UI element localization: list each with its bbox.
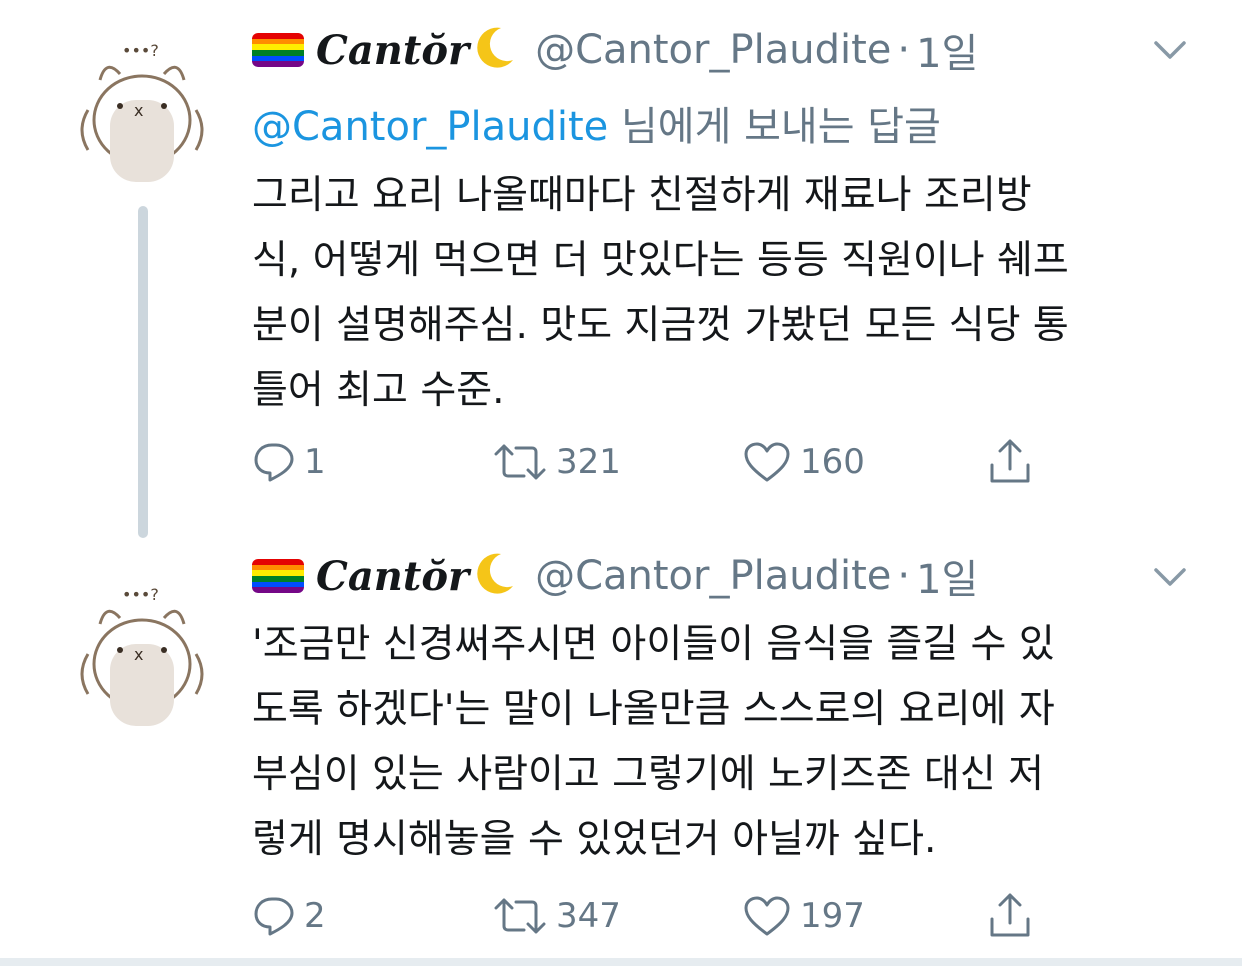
tweet-text-line: 렇게 명시해놓을 수 있었던거 아닐까 싶다. <box>252 817 937 862</box>
display-name[interactable]: Cantŏr <box>316 553 469 600</box>
tweet-text: 그리고 요리 나올때마다 친절하게 재료나 조리방 식, 어떻게 먹으면 더 맛… <box>252 163 1202 423</box>
tweet-actions: 2 347 197 <box>252 886 1072 946</box>
share-button[interactable] <box>986 886 1034 946</box>
rainbow-flag-icon <box>252 559 304 593</box>
retweet-button[interactable]: 321 <box>492 432 621 492</box>
reply-button[interactable]: 1 <box>252 432 326 492</box>
tweet-text-line: 부심이 있는 사람이고 그렇기에 노키즈존 대신 저 <box>252 752 1044 797</box>
cat-avatar-icon: •••? x <box>80 41 204 182</box>
tweet-text: '조금만 신경써주시면 아이들이 음식을 즐길 수 있 도록 하겠다'는 말이 … <box>252 612 1202 872</box>
reply-to-suffix: 님에게 보내는 답글 <box>608 104 941 150</box>
retweet-icon <box>494 444 546 480</box>
svg-text:•••?: •••? <box>122 41 159 60</box>
reply-count: 2 <box>304 896 326 936</box>
reply-icon <box>254 897 294 936</box>
tweet[interactable]: •••? x Cantŏr @Cantor_Plaudite · 1일 '조금만… <box>0 540 1242 960</box>
tweet[interactable]: •••? x Cantŏr @Cantor_Plaudite · 1일 @Can… <box>0 0 1242 538</box>
tweet-actions: 1 321 160 <box>252 432 1072 492</box>
user-handle[interactable]: @Cantor_Plaudite <box>535 553 891 599</box>
share-button[interactable] <box>986 432 1034 492</box>
separator-dot: · <box>897 27 911 73</box>
timestamp[interactable]: 1일 <box>916 21 978 79</box>
like-count: 160 <box>800 442 865 482</box>
reply-button[interactable]: 2 <box>252 886 326 946</box>
retweet-icon <box>494 898 546 934</box>
cat-avatar-icon: •••? x <box>80 585 204 726</box>
like-button[interactable]: 197 <box>742 886 865 946</box>
tweet-text-line: 틀어 최고 수준. <box>252 368 505 413</box>
bottom-divider <box>0 958 1242 966</box>
separator-dot: · <box>897 553 911 599</box>
svg-text:x: x <box>134 645 143 664</box>
heart-icon <box>744 896 790 936</box>
crescent-moon-icon <box>475 26 515 74</box>
tweet-text-line: '조금만 신경써주시면 아이들이 음식을 즐길 수 있 <box>252 622 1055 667</box>
timestamp[interactable]: 1일 <box>916 547 978 605</box>
svg-text:•••?: •••? <box>122 585 159 604</box>
reply-mention-link[interactable]: @Cantor_Plaudite <box>252 104 608 150</box>
share-icon <box>990 893 1030 937</box>
retweet-count: 321 <box>556 442 621 482</box>
tweet-header: Cantŏr @Cantor_Plaudite · 1일 <box>252 546 978 606</box>
replying-to: @Cantor_Plaudite 님에게 보내는 답글 <box>252 94 941 152</box>
retweet-button[interactable]: 347 <box>492 886 621 946</box>
reply-icon <box>254 443 294 482</box>
svg-text:x: x <box>134 101 143 120</box>
rainbow-flag-icon <box>252 33 304 67</box>
tweet-text-line: 그리고 요리 나올때마다 친절하게 재료나 조리방 <box>252 173 1032 218</box>
tweet-text-line: 분이 설명해주심. 맛도 지금껏 가봤던 모든 식당 통 <box>252 303 1069 348</box>
chevron-down-icon[interactable] <box>1150 35 1190 65</box>
heart-icon <box>744 442 790 482</box>
thread-connector-line <box>138 206 148 538</box>
tweet-text-line: 도록 하겠다'는 말이 나올만큼 스스로의 요리에 자 <box>252 687 1055 732</box>
avatar[interactable]: •••? x <box>70 40 214 190</box>
like-button[interactable]: 160 <box>742 432 865 492</box>
avatar[interactable]: •••? x <box>70 584 214 734</box>
like-count: 197 <box>800 896 865 936</box>
chevron-down-icon[interactable] <box>1150 562 1190 592</box>
tweet-text-line: 식, 어떻게 먹으면 더 맛있다는 등등 직원이나 쉐프 <box>252 238 1069 283</box>
display-name[interactable]: Cantŏr <box>316 27 469 74</box>
tweet-header: Cantŏr @Cantor_Plaudite · 1일 <box>252 20 978 80</box>
reply-count: 1 <box>304 442 326 482</box>
share-icon <box>990 439 1030 483</box>
retweet-count: 347 <box>556 896 621 936</box>
crescent-moon-icon <box>475 552 515 600</box>
user-handle[interactable]: @Cantor_Plaudite <box>535 27 891 73</box>
